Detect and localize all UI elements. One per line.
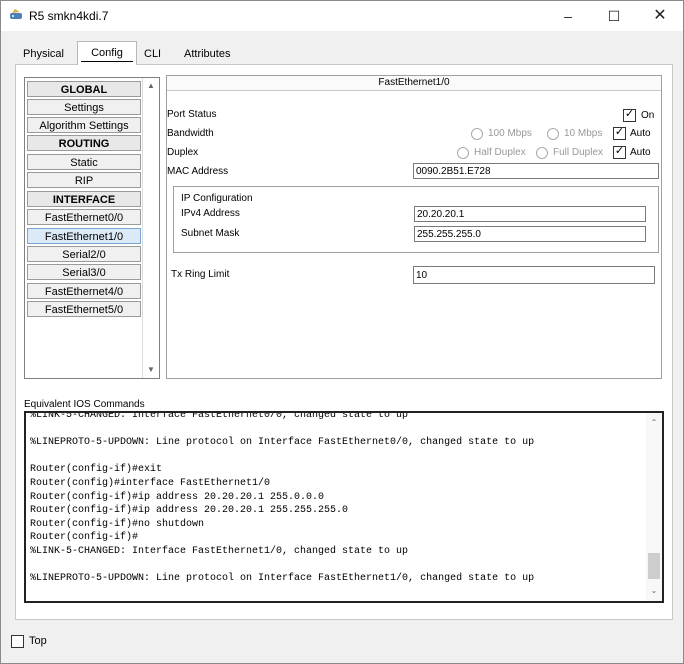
sidebar-item-serial2-0[interactable]: Serial2/0 <box>27 246 141 262</box>
scroll-up-icon[interactable]: ⌃ <box>646 415 662 431</box>
check-icon: ✓ <box>614 126 625 138</box>
sidebar-item-serial3-0[interactable]: Serial3/0 <box>27 264 141 280</box>
tab-cli[interactable]: CLI <box>144 45 161 63</box>
top-checkbox[interactable] <box>11 635 24 648</box>
tab-focus-underline <box>81 61 133 62</box>
sidebar-list: GLOBAL Settings Algorithm Settings ROUTI… <box>24 77 160 379</box>
subnet-mask-label: Subnet Mask <box>181 228 240 239</box>
tx-ring-limit-field[interactable]: 10 <box>413 266 655 284</box>
tab-config[interactable]: Config <box>77 41 137 65</box>
duplex-half-radio[interactable] <box>457 147 469 159</box>
interface-title: FastEthernet1/0 <box>167 76 661 91</box>
tab-attributes[interactable]: Attributes <box>184 45 230 63</box>
check-icon: ✓ <box>614 145 625 157</box>
sidebar-item-algorithm-settings[interactable]: Algorithm Settings <box>27 117 141 133</box>
config-panel: GLOBAL Settings Algorithm Settings ROUTI… <box>15 64 673 620</box>
ios-scrollbar[interactable]: ⌃ ⌄ <box>646 413 662 601</box>
port-status-on-label: On <box>641 110 655 121</box>
duplex-auto-checkbox[interactable]: ✓ <box>613 145 626 159</box>
sidebar-scrollbar[interactable]: ▲ ▼ <box>142 78 159 378</box>
bandwidth-100-radio[interactable] <box>471 128 483 140</box>
top-label: Top <box>29 635 47 647</box>
router-app-icon <box>10 9 22 19</box>
scroll-down-icon[interactable]: ⌄ <box>646 583 662 599</box>
bandwidth-auto-checkbox[interactable]: ✓ <box>613 126 626 140</box>
bandwidth-10-label: 10 Mbps <box>564 128 603 139</box>
port-status-checkbox[interactable]: ✓ <box>623 108 636 122</box>
bandwidth-label: Bandwidth <box>167 128 214 139</box>
title-bar[interactable]: R5 smkn4kdi.7 – ☐ ✕ <box>1 1 683 31</box>
sidebar-item-rip[interactable]: RIP <box>27 172 141 188</box>
router-window: R5 smkn4kdi.7 – ☐ ✕ Physical Config CLI … <box>0 0 684 664</box>
ipv4-address-label: IPv4 Address <box>181 208 240 219</box>
ios-commands-label: Equivalent IOS Commands <box>24 399 145 410</box>
mac-address-field[interactable]: 0090.2B51.E728 <box>413 163 659 179</box>
minimize-button[interactable]: – <box>545 1 591 31</box>
sidebar-header-routing: ROUTING <box>27 135 141 151</box>
bandwidth-auto-label: Auto <box>630 128 651 139</box>
duplex-full-radio[interactable] <box>536 147 548 159</box>
close-button[interactable]: ✕ <box>637 1 683 31</box>
ios-console[interactable]: %LINK-5-CHANGED: Interface FastEthernet0… <box>24 411 664 603</box>
duplex-half-label: Half Duplex <box>474 147 526 158</box>
ipv4-address-field[interactable]: 20.20.20.1 <box>414 206 646 222</box>
sidebar-item-fastethernet4-0[interactable]: FastEthernet4/0 <box>27 283 141 299</box>
ios-scroll-thumb[interactable] <box>648 553 660 579</box>
interface-config: FastEthernet1/0 Port Status ✓ On Bandwid… <box>166 75 662 379</box>
window-title: R5 smkn4kdi.7 <box>29 9 109 23</box>
bandwidth-10-radio[interactable] <box>547 128 559 140</box>
check-icon: ✓ <box>624 108 635 120</box>
sidebar-item-static[interactable]: Static <box>27 154 141 170</box>
subnet-mask-field[interactable]: 255.255.255.0 <box>414 226 646 242</box>
port-status-label: Port Status <box>167 109 217 120</box>
sidebar-header-interface: INTERFACE <box>27 191 141 207</box>
sidebar-header-global: GLOBAL <box>27 81 141 97</box>
duplex-auto-label: Auto <box>630 147 651 158</box>
sidebar-item-fastethernet5-0[interactable]: FastEthernet5/0 <box>27 301 141 317</box>
duplex-full-label: Full Duplex <box>553 147 604 158</box>
sidebar-item-settings[interactable]: Settings <box>27 99 141 115</box>
tab-physical[interactable]: Physical <box>23 45 64 63</box>
tx-ring-limit-label: Tx Ring Limit <box>171 269 230 280</box>
sidebar-item-fastethernet0-0[interactable]: FastEthernet0/0 <box>27 209 141 225</box>
ip-configuration-label: IP Configuration <box>181 193 253 204</box>
tab-config-label: Config <box>91 47 123 59</box>
scroll-down-icon[interactable]: ▼ <box>143 362 159 378</box>
ip-configuration-group: IP Configuration IPv4 Address 20.20.20.1… <box>173 186 659 253</box>
scroll-up-icon[interactable]: ▲ <box>143 78 159 94</box>
sidebar-item-fastethernet1-0[interactable]: FastEthernet1/0 <box>27 228 141 244</box>
ios-console-text: %LINK-5-CHANGED: Interface FastEthernet0… <box>30 411 535 585</box>
duplex-label: Duplex <box>167 147 199 158</box>
bandwidth-100-label: 100 Mbps <box>488 128 532 139</box>
mac-address-label: MAC Address <box>167 166 229 177</box>
maximize-button[interactable]: ☐ <box>591 1 637 31</box>
